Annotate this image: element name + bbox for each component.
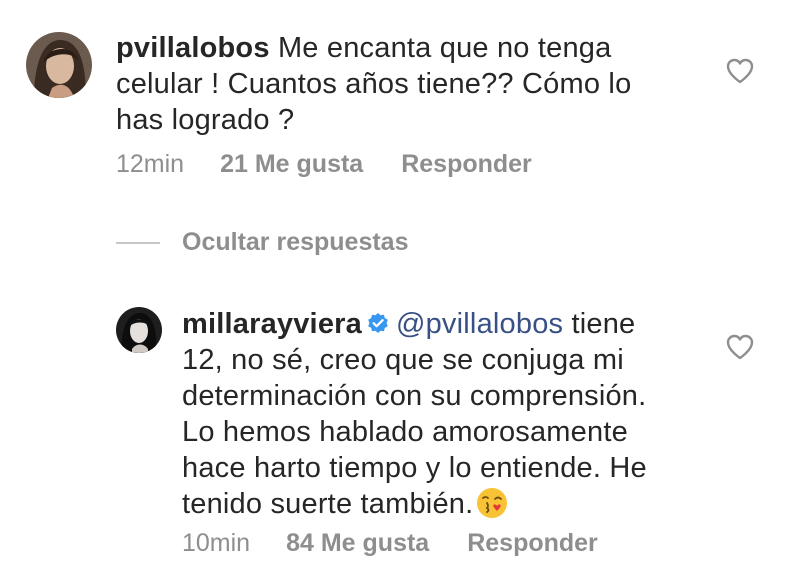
comment-line-1: Me encanta que no tenga — [277, 32, 612, 64]
reply-line-4: Lo hemos hablado amorosamente — [182, 416, 628, 448]
reply-line-5: hace harto tiempo y lo entiende. He — [182, 452, 647, 484]
like-heart-icon[interactable] — [726, 58, 754, 84]
comment-timestamp: 12min — [116, 150, 185, 178]
comment-username[interactable]: pvillalobos — [116, 32, 270, 64]
comment-reply-button[interactable]: Responder — [401, 150, 532, 179]
avatar-pvillalobos[interactable] — [26, 32, 92, 98]
verified-badge-icon — [366, 309, 390, 333]
reply-likes-count[interactable]: 84 Me gusta — [286, 529, 429, 558]
reply-reply-button[interactable]: Responder — [467, 529, 598, 558]
comment-text: pvillalobos Me encanta que no tenga celu… — [116, 30, 716, 138]
replies-divider-line — [116, 241, 160, 244]
reply-line-1: tiene — [571, 308, 636, 340]
hide-replies-button[interactable]: Ocultar respuestas — [116, 228, 409, 257]
reply-line-6: tenido suerte también. — [182, 488, 474, 520]
reply-mention-link[interactable]: @pvillalobos — [396, 308, 563, 340]
reply-like-heart-icon[interactable] — [726, 334, 754, 360]
comment-line-3: has logrado ? — [116, 104, 295, 136]
comment-line-2: celular ! Cuantos años tiene?? Cómo lo — [116, 68, 632, 100]
comment-meta: 12min 21 Me gusta Responder — [116, 150, 532, 179]
reply-line-2: 12, no sé, creo que se conjuga mi — [182, 344, 624, 376]
kiss-emoji-icon — [475, 486, 509, 520]
avatar-millarayviera[interactable] — [116, 307, 162, 353]
comment-likes-count[interactable]: 21 Me gusta — [220, 150, 363, 179]
reply-meta: 10min 84 Me gusta Responder — [182, 529, 598, 558]
hide-replies-label: Ocultar respuestas — [182, 228, 409, 256]
reply-line-3: determinación con su comprensión. — [182, 380, 647, 412]
reply-timestamp: 10min — [182, 529, 251, 557]
reply-username[interactable]: millarayviera — [182, 308, 362, 340]
reply-text: millarayviera @pvillalobos tiene 12, no … — [182, 306, 702, 522]
